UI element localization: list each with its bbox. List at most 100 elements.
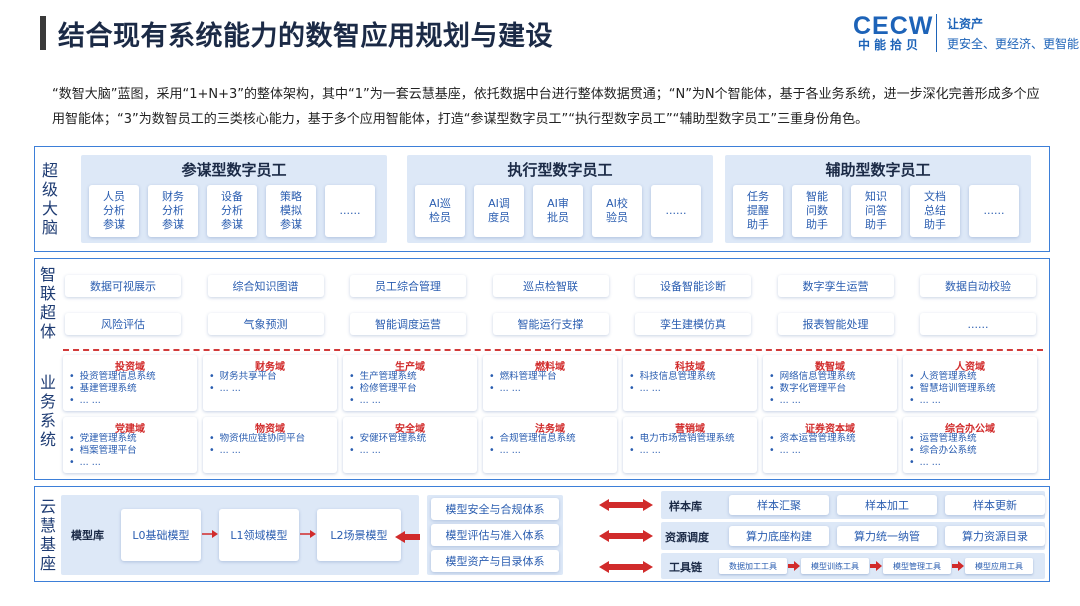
intro-paragraph: “数智大脑”蓝图，采用“1+N+3”的整体架构，其中“1”为一套云慧基座，依托数… — [52, 87, 1040, 127]
sample_lib-item: 样本汇聚 — [729, 495, 829, 515]
domain-system-item: ... ... — [489, 383, 615, 395]
slogan-line2: 更安全、更经济、更智能 — [947, 37, 1080, 51]
domain-system-item: 电力市场营销管理系统 — [629, 433, 755, 445]
business-domain-card: 营销域电力市场营销管理系统... ... — [623, 417, 757, 473]
model-library-label: 模型库 — [71, 529, 104, 542]
super-brain-label: 超 级 大 脑 — [39, 155, 61, 243]
agent-pill: 气象预测 — [207, 313, 324, 335]
sample-library-row: 样本库 样本汇聚 样本加工 样本更新 — [661, 491, 1045, 519]
super-brain-section: 超 级 大 脑 参谋型数字员工人员 分析 参谋 财务 分析 参谋 设备 分析 参谋策… — [34, 146, 1050, 252]
label-char: 慧 — [39, 516, 56, 535]
business-domain-card: 党建域党建管理系统档案管理平台... ... — [63, 417, 197, 473]
logo-divider — [936, 14, 937, 52]
domain-system-item: 智慧培训管理系统 — [909, 383, 1035, 395]
employee-card: AI调 度员 — [474, 185, 524, 237]
domain-system-item: ... ... — [69, 457, 195, 469]
slogan-line1: 让资产 — [947, 17, 984, 31]
arrow-right-icon — [870, 561, 882, 571]
digital-employee-group: 参谋型数字员工人员 分析 参谋 财务 分析 参谋 设备 分析 参谋 策略 模拟 参谋.… — [81, 155, 387, 243]
employee-card: ...... — [325, 185, 375, 237]
resource-item: 算力资源目录 — [945, 526, 1045, 546]
domain-system-item: 财务共享平台 — [209, 371, 335, 383]
employee-card: 智能 问数 助手 — [792, 185, 842, 237]
business-domain-card: 数智域网络信息管理系统数字化管理平台... ... — [763, 355, 897, 411]
business-domain-card: 人资域人资管理系统智慧培训管理系统... ... — [903, 355, 1037, 411]
group-title: 参谋型数字员工 — [181, 161, 287, 179]
label-char: 务 — [39, 392, 56, 411]
agent-pill: 智能调度运营 — [350, 313, 466, 335]
agent-pill: 智能运行支撑 — [492, 313, 609, 335]
employee-card: 设备 分析 参谋 — [207, 185, 257, 237]
business-domain-card: 燃料域燃料管理平台... ... — [483, 355, 617, 411]
domain-system-item: ... ... — [349, 445, 475, 457]
employee-card: 知识 问答 助手 — [851, 185, 901, 237]
domain-system-item: 科技信息管理系统 — [629, 371, 755, 383]
domain-system-item: ... ... — [69, 395, 195, 407]
employee-card: 财务 分析 参谋 — [148, 185, 198, 237]
business-domain-card: 生产域生产管理系统检修管理平台... ... — [343, 355, 477, 411]
domain-system-item: 物资供应链协同平台 — [209, 433, 335, 445]
domain-system-item: ... ... — [209, 383, 335, 395]
business-domain-card: 证券资本域资本运营管理系统... ... — [763, 417, 897, 473]
smart-body-label: 智 联 超 体 — [37, 263, 59, 343]
employee-card: AI校 验员 — [592, 185, 642, 237]
agent-pill: 设备智能诊断 — [635, 275, 751, 297]
domain-system-list: 网络信息管理系统数字化管理平台... ... — [769, 371, 895, 407]
label-char: 云 — [39, 497, 56, 516]
domain-system-item: 投资管理信息系统 — [69, 371, 195, 383]
business-domain-card: 投资域投资管理信息系统基建管理系统... ... — [63, 355, 197, 411]
employee-card: 策略 模拟 参谋 — [266, 185, 316, 237]
employee-card: 人员 分析 参谋 — [89, 185, 139, 237]
label-char: 脑 — [41, 218, 58, 237]
domain-system-list: 投资管理信息系统基建管理系统... ... — [69, 371, 195, 407]
domain-system-list: 人资管理系统智慧培训管理系统... ... — [909, 371, 1035, 407]
label-char: 联 — [39, 284, 56, 303]
domain-system-list: 资本运营管理系统... ... — [769, 433, 895, 457]
label-char: 座 — [39, 554, 56, 573]
arrow-right-icon — [202, 530, 218, 538]
business-domain-card: 综合办公域运营管理系统综合办公系统... ... — [903, 417, 1037, 473]
label-char: 超 — [41, 161, 58, 180]
domain-system-item: ... ... — [629, 383, 755, 395]
domain-system-list: 电力市场营销管理系统... ... — [629, 433, 755, 457]
domain-system-item: 档案管理平台 — [69, 445, 195, 457]
domain-system-item: 燃料管理平台 — [489, 371, 615, 383]
double-arrow-icon — [599, 530, 653, 542]
agent-pill: 数字孪生运营 — [777, 275, 894, 297]
domain-system-item: ... ... — [489, 445, 615, 457]
business-domain-card: 财务域财务共享平台... ... — [203, 355, 337, 411]
label-char: 基 — [39, 535, 56, 554]
smart-body-section: 智 联 超 体 数据可视展示 综合知识图谱 员工综合管理 巡点检智联 设备智能诊断 数字孪… — [34, 258, 1050, 480]
resource-item: 算力底座构建 — [729, 526, 829, 546]
label-char: 智 — [39, 265, 56, 284]
agent-pill: 员工综合管理 — [350, 275, 466, 297]
domain-system-list: 合规管理信息系统... ... — [489, 433, 615, 457]
domain-system-list: 燃料管理平台... ... — [489, 371, 615, 395]
arrow-right-icon — [952, 561, 964, 571]
domain-system-item: ... ... — [209, 445, 335, 457]
domain-system-item: 安健环管理系统 — [349, 433, 475, 445]
domain-system-list: 安健环管理系统... ... — [349, 433, 475, 457]
model-library-box: 模型库 L0基础模型 L1领域模型 L2场景模型 — [61, 495, 419, 575]
business-domain-card: 物资域物资供应链协同平台... ... — [203, 417, 337, 473]
toolchain-item: 模型应用工具 — [965, 558, 1033, 574]
domain-system-list: 运营管理系统综合办公系统... ... — [909, 433, 1035, 469]
domain-system-item: ... ... — [629, 445, 755, 457]
company-logo-subtitle: 中能拾贝 — [858, 38, 923, 52]
label-char: 大 — [41, 199, 58, 218]
page-title: 结合现有系统能力的数智应用规划与建设 — [58, 21, 553, 52]
domain-system-item: ... ... — [909, 395, 1035, 407]
resource-scheduling-row: 资源调度 算力底座构建 算力统一纳管 算力资源目录 — [661, 522, 1045, 550]
label-char: 级 — [41, 180, 58, 199]
agent-pill: 巡点检智联 — [492, 275, 609, 297]
domain-system-item: 资本运营管理系统 — [769, 433, 895, 445]
group-title: 执行型数字员工 — [507, 161, 613, 179]
toolchain-item: 模型训练工具 — [801, 558, 869, 574]
domain-system-item: 网络信息管理系统 — [769, 371, 895, 383]
toolchain-item: 数据加工工具 — [719, 558, 787, 574]
domain-system-item: ... ... — [349, 395, 475, 407]
agent-pill: 风险评估 — [65, 313, 181, 335]
resource-scheduling-label: 资源调度 — [665, 531, 709, 544]
resource-item: 算力统一纳管 — [837, 526, 937, 546]
agent-pill: 数据自动校验 — [920, 275, 1036, 297]
